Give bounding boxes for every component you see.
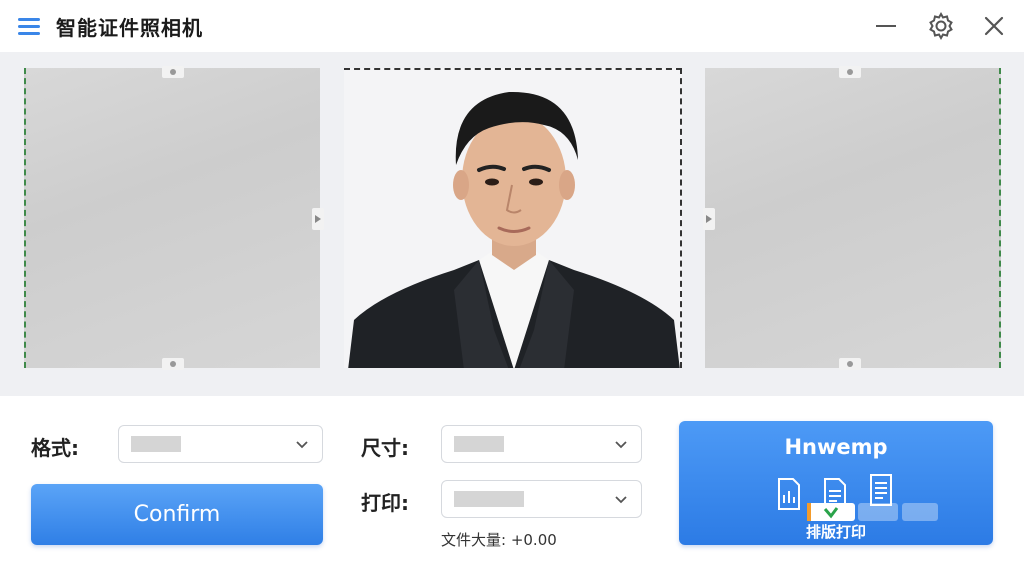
file-size-text: 文件大量: +0.00 [441,531,557,549]
preview-right-panel[interactable] [703,66,1001,370]
arrows-chip [858,503,898,521]
check-chip [807,503,855,521]
format-select-value [131,436,181,452]
chevron-down-icon [296,441,308,449]
print-select-value [454,491,524,507]
drag-handle-left[interactable] [703,208,715,230]
chevron-down-icon [615,496,627,504]
portrait-image [344,70,680,368]
print-card-label: 排版打印 [805,523,866,541]
size-select-value [454,436,504,452]
id-photo-preview [344,68,682,368]
hamburger-menu-icon[interactable] [16,14,42,38]
size-select[interactable] [441,425,642,463]
print-select[interactable] [441,480,642,518]
close-button[interactable] [978,10,1010,42]
app-title: 智能证件照相机 [56,16,203,40]
layout-print-button[interactable]: Hnwemp 排版打印 [679,421,993,545]
preview-area [0,52,1024,396]
swap-chip [902,503,938,521]
drag-handle-right[interactable] [312,208,324,230]
size-label: 尺寸: [361,436,409,460]
print-card-title: Hnwemp [784,435,888,459]
gear-icon [929,11,953,41]
chevron-down-icon [615,441,627,449]
print-label: 打印: [361,491,409,515]
format-label: 格式: [31,436,79,460]
settings-button[interactable] [925,10,957,42]
title-bar: 智能证件照相机 [0,0,1024,52]
drag-handle-bottom[interactable] [839,358,861,370]
minimize-button[interactable] [870,10,902,42]
controls-panel: 格式: 尺寸: 打印: 文件大量: +0.00 Confirm Hnwemp 排… [0,396,1024,576]
format-select[interactable] [118,425,323,463]
document-icon [870,474,892,506]
drag-handle-bottom[interactable] [162,358,184,370]
close-icon [984,16,1004,36]
confirm-button[interactable]: Confirm [31,484,323,545]
preview-left-panel[interactable] [24,66,324,370]
drag-handle-top[interactable] [839,66,861,78]
document-icon [778,478,800,510]
drag-handle-top[interactable] [162,66,184,78]
